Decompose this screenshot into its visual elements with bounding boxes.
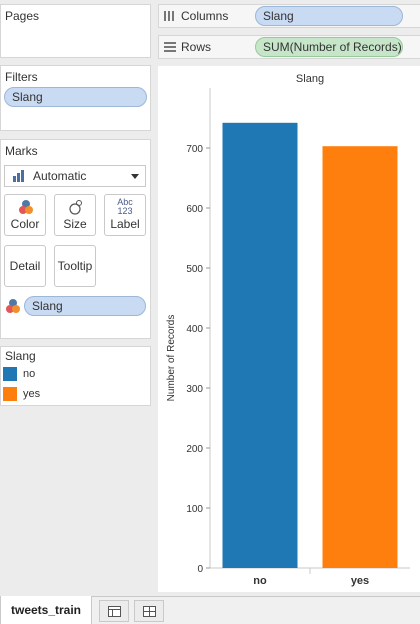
legend-swatch-no — [3, 367, 17, 381]
label-button-label: Label — [110, 217, 140, 231]
columns-pill-slang[interactable]: Slang — [255, 6, 403, 26]
legend-label-no: no — [23, 368, 36, 380]
filters-title: Filters — [5, 70, 38, 84]
columns-icon — [164, 11, 174, 21]
color-pill-slang[interactable]: Slang — [24, 296, 146, 316]
y-tick-label: 0 — [197, 564, 203, 575]
columns-shelf[interactable]: Columns Slang — [158, 4, 420, 28]
size-button-label: Size — [63, 217, 87, 231]
mark-type-dropdown[interactable]: Automatic — [4, 165, 146, 187]
pages-title: Pages — [5, 9, 40, 23]
rows-label: Rows — [181, 40, 212, 54]
y-tick-label: 200 — [186, 444, 203, 455]
bar-chart: Slang Number of Records 0 100 200 300 400 500 60… — [166, 73, 410, 587]
chart-area: Slang Number of Records 0 100 200 300 400 500 60… — [158, 66, 420, 592]
detail-button-label: Detail — [9, 259, 41, 273]
size-icon — [69, 200, 82, 215]
legend-swatch-yes — [3, 387, 17, 401]
label-button[interactable]: Abc 123 Label — [104, 194, 146, 236]
chevron-down-icon — [131, 174, 139, 179]
pages-card: Pages — [0, 4, 151, 58]
bar-yes — [322, 146, 398, 568]
rows-shelf[interactable]: Rows SUM(Number of Records) — [158, 35, 420, 59]
detail-button[interactable]: Detail — [4, 245, 46, 287]
mark-type-value: Automatic — [33, 169, 87, 183]
color-pill-icon — [6, 299, 20, 313]
tooltip-button-label: Tooltip — [57, 259, 93, 273]
y-tick-label: 500 — [186, 264, 203, 275]
x-tick-label-no: no — [253, 575, 267, 587]
y-axis-label: Number of Records — [166, 315, 177, 402]
rows-icon — [164, 42, 176, 52]
filters-card: Filters Slang — [0, 65, 151, 131]
bar-chart-icon — [13, 170, 24, 182]
new-dashboard-button[interactable] — [134, 600, 164, 622]
chart-title: Slang — [296, 73, 324, 85]
new-worksheet-button[interactable] — [99, 600, 129, 622]
label-icon-123: 123 — [117, 206, 133, 216]
legend-title: Slang — [5, 349, 36, 363]
color-icon — [19, 200, 33, 214]
sheet-tab-tweets-train[interactable]: tweets_train — [0, 596, 92, 624]
new-dashboard-icon — [143, 606, 156, 617]
y-tick-label: 700 — [186, 144, 203, 155]
sheet-tab-bar: tweets_train — [0, 596, 420, 624]
y-tick-label: 100 — [186, 504, 203, 515]
tooltip-button[interactable]: Tooltip — [54, 245, 96, 287]
y-tick-label: 300 — [186, 384, 203, 395]
size-button[interactable]: Size — [54, 194, 96, 236]
legend-card: Slang no yes — [0, 346, 151, 406]
x-tick-label-yes: yes — [351, 575, 369, 587]
color-button-label: Color — [10, 217, 40, 231]
color-button[interactable]: Color — [4, 194, 46, 236]
y-tick-label: 600 — [186, 204, 203, 215]
y-tick-label: 400 — [186, 324, 203, 335]
rows-pill-sum[interactable]: SUM(Number of Records) — [255, 37, 403, 57]
bar-no — [222, 122, 298, 569]
filter-pill-slang[interactable]: Slang — [4, 87, 147, 107]
new-worksheet-icon — [108, 606, 121, 617]
marks-title: Marks — [5, 144, 38, 158]
legend-label-yes: yes — [23, 388, 41, 400]
columns-label: Columns — [181, 9, 229, 23]
